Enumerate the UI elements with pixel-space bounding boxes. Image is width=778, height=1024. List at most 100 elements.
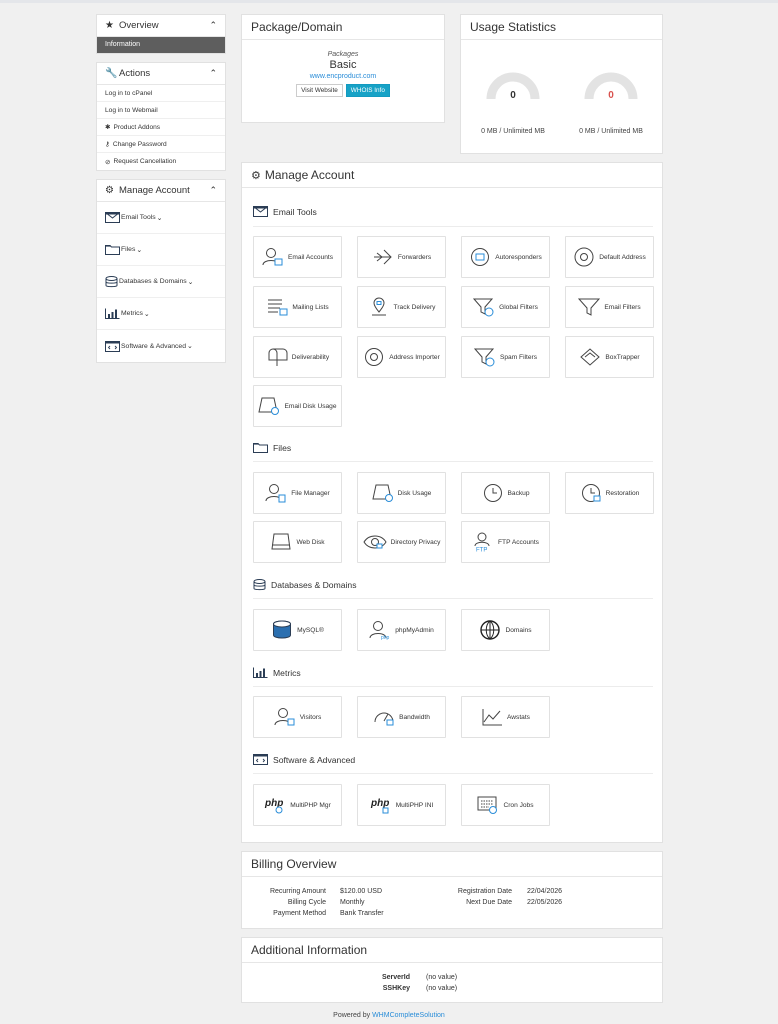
tile-address-importer[interactable]: Address Importer [357, 336, 446, 378]
tile-spam-filters[interactable]: Spam Filters [461, 336, 550, 378]
sidebar-item-login-webmail[interactable]: Log in to Webmail [97, 102, 225, 119]
footer-link[interactable]: WHMCompleteSolution [372, 1012, 445, 1019]
star-icon: ★ [105, 20, 114, 31]
chevron-up-icon[interactable]: ⌃ [209, 185, 217, 196]
sidebar-item-change-password[interactable]: ⚷ Change Password [97, 136, 225, 153]
billing-cycle-value: Monthly [340, 899, 365, 906]
disk-usage-value: 0 [510, 90, 516, 101]
sidebar-item-login-cpanel[interactable]: Log in to cPanel [97, 85, 225, 102]
sidebar-item-product-addons[interactable]: ✱ Product Addons [97, 119, 225, 136]
tile-track-delivery[interactable]: Track Delivery [357, 286, 446, 328]
chevron-down-icon: ⌄ [136, 246, 143, 254]
sidebar-item-databases-domains[interactable]: Databases & Domains ⌄ [97, 266, 225, 298]
manage-account-card: ⚙ Manage Account Email Tools Email Accou… [241, 162, 663, 843]
folder-icon [105, 245, 120, 255]
code-window-icon [253, 754, 268, 765]
tile-disk-usage[interactable]: Disk Usage [357, 472, 446, 514]
tile-directory-privacy[interactable]: Directory Privacy [357, 521, 446, 563]
tile-deliverability[interactable]: Deliverability [253, 336, 342, 378]
tile-awstats[interactable]: Awstats [461, 696, 550, 738]
tile-file-manager[interactable]: File Manager [253, 472, 342, 514]
sshkey-value: (no value) [426, 985, 458, 992]
tile-multiphp-ini[interactable]: php MultiPHP INI [357, 784, 446, 826]
visit-website-button[interactable]: Visit Website [296, 84, 343, 97]
speedometer-icon [374, 712, 394, 726]
package-card: Package/Domain Packages Basic www.encpro… [241, 14, 445, 123]
tile-autoresponders[interactable]: Autoresponders [461, 236, 550, 278]
serverid-value: (no value) [426, 974, 458, 981]
key-icon: ⚷ [105, 141, 110, 148]
manage-title: Manage Account [119, 185, 190, 196]
chevron-down-icon: ⌄ [156, 214, 163, 222]
billing-labels-right: Registration Date Next Due Date [432, 886, 512, 908]
chevron-down-icon: ⌄ [187, 278, 194, 286]
tile-ftp-accounts[interactable]: FTP FTP Accounts [461, 521, 550, 563]
whois-info-button[interactable]: WHOIS Info [345, 84, 390, 97]
package-name: Basic [329, 59, 357, 71]
billing-values-right: 22/04/2026 22/05/2026 [527, 886, 562, 908]
sidebar-item-files[interactable]: Files ⌄ [97, 234, 225, 266]
bar-chart-icon [105, 308, 120, 319]
tile-email-accounts[interactable]: Email Accounts [253, 236, 342, 278]
bandwidth-usage-value: 0 [608, 90, 614, 101]
tile-boxtrapper[interactable]: BoxTrapper [565, 336, 654, 378]
folder-icon [253, 443, 268, 453]
footer: Powered by WHMCompleteSolution [0, 1012, 778, 1019]
php-icon: php [370, 798, 389, 814]
tile-visitors[interactable]: Visitors [253, 696, 342, 738]
sidebar-item-metrics[interactable]: Metrics ⌄ [97, 298, 225, 330]
eye-icon [362, 535, 387, 549]
sidebar-item-information[interactable]: Information [97, 37, 225, 53]
top-strip [0, 0, 778, 3]
chevron-up-icon[interactable]: ⌃ [209, 20, 217, 31]
gears-icon: ⚙ [105, 185, 114, 196]
tile-mysql[interactable]: MySQL® [253, 609, 342, 651]
additional-info-card: Additional Information ServerId SSHKey (… [241, 937, 663, 1003]
code-window-icon [105, 340, 120, 352]
gears-icon: ⚙ [251, 169, 261, 182]
database-icon [253, 579, 266, 591]
package-card-title: Package/Domain [242, 15, 444, 40]
puzzle-icon: ✱ [105, 124, 111, 131]
mailbox-icon [268, 348, 288, 366]
tile-forwarders[interactable]: Forwarders [357, 236, 446, 278]
domain-link[interactable]: www.encproduct.com [242, 73, 444, 80]
payment-method-value: Bank Transfer [340, 910, 384, 917]
additional-values: (no value) (no value) [426, 972, 457, 994]
tile-multiphp-mgr[interactable]: php MultiPHP Mgr [253, 784, 342, 826]
tile-restoration[interactable]: Restoration [565, 472, 654, 514]
database-icon [273, 620, 292, 639]
sidebar-item-software-advanced[interactable]: Software & Advanced ⌄ [97, 330, 225, 362]
database-icon [105, 275, 118, 287]
tile-email-disk-usage[interactable]: Email Disk Usage [253, 385, 342, 427]
actions-panel-header[interactable]: 🔧 Actions ⌃ [97, 63, 225, 85]
overview-title: Overview [119, 20, 159, 31]
diamond-box-icon [580, 348, 601, 366]
manage-panel-header[interactable]: ⚙ Manage Account ⌃ [97, 180, 225, 202]
sidebar-item-request-cancellation[interactable]: ⊘ Request Cancellation [97, 153, 225, 170]
divider [253, 686, 653, 687]
next-due-date-value: 22/05/2026 [527, 899, 563, 906]
sidebar: ★ Overview ⌃ Information 🔧 Actions ⌃ Log… [96, 14, 226, 371]
tile-domains[interactable]: Domains [461, 609, 550, 651]
tile-backup[interactable]: Backup [461, 472, 550, 514]
tile-mailing-lists[interactable]: Mailing Lists [253, 286, 342, 328]
tile-global-filters[interactable]: Global Filters [461, 286, 550, 328]
svg-text:php: php [370, 798, 389, 809]
chevron-down-icon: ⌄ [143, 310, 150, 318]
tile-phpmyadmin[interactable]: php phpMyAdmin [357, 609, 446, 651]
overview-panel-header[interactable]: ★ Overview ⌃ [97, 15, 225, 37]
tile-web-disk[interactable]: Web Disk [253, 521, 342, 563]
chevron-up-icon[interactable]: ⌃ [209, 68, 217, 79]
tile-cron-jobs[interactable]: Cron Jobs [461, 784, 550, 826]
billing-values-left: $120.00 USD Monthly Bank Transfer [340, 886, 384, 919]
tile-default-address[interactable]: Default Address [565, 236, 654, 278]
tile-bandwidth[interactable]: Bandwidth [357, 696, 446, 738]
sshkey-label: SSHKey [382, 985, 410, 992]
section-files: Files [253, 442, 291, 453]
sidebar-item-email-tools[interactable]: Email Tools ⌄ [97, 202, 225, 234]
tile-email-filters[interactable]: Email Filters [565, 286, 654, 328]
billing-cycle-label: Billing Cycle [287, 899, 326, 906]
billing-labels-left: Recurring Amount Billing Cycle Payment M… [252, 886, 326, 919]
user-mail-icon [262, 248, 283, 266]
